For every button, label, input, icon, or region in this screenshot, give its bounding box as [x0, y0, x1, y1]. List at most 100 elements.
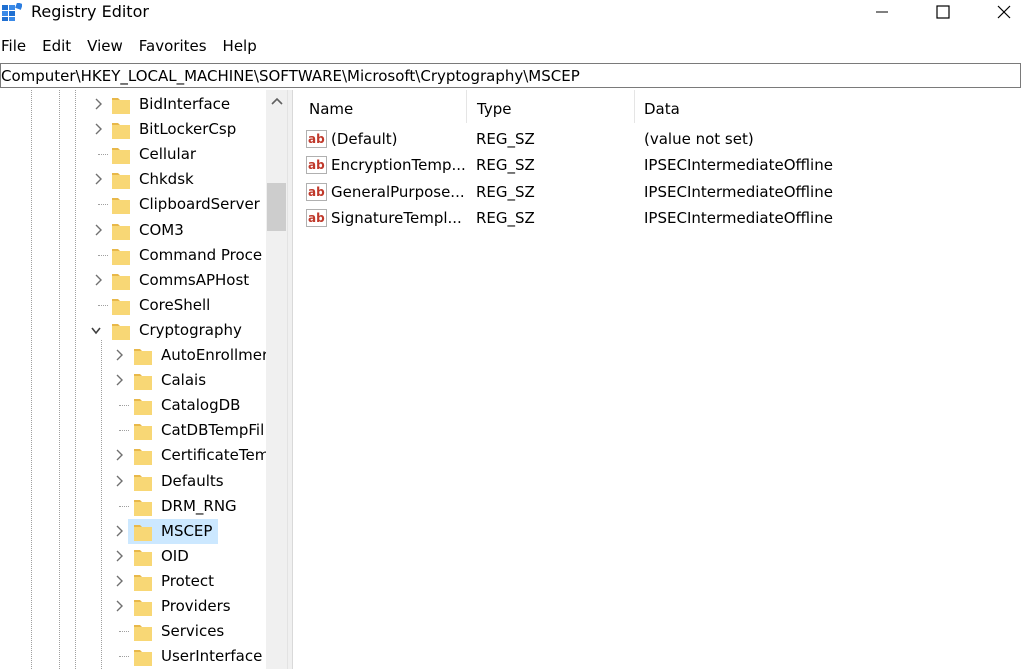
tree-item[interactable]: OID — [0, 544, 266, 569]
folder-icon — [112, 148, 130, 165]
tree-item-label: DRM_RNG — [161, 496, 237, 515]
close-icon — [997, 5, 1011, 19]
chevron-right-icon[interactable] — [113, 347, 125, 363]
tree-item[interactable]: Calais — [0, 368, 266, 393]
title-bar: Registry Editor — [0, 0, 1024, 30]
chevron-right-icon[interactable] — [113, 372, 125, 388]
scroll-up-button[interactable] — [266, 90, 287, 111]
folder-icon — [134, 424, 152, 441]
tree-item[interactable]: UserInterface — [0, 644, 266, 669]
tree-item[interactable]: Cryptography — [0, 318, 266, 343]
value-type: REG_SZ — [476, 182, 535, 201]
menu-favorites[interactable]: Favorites — [138, 35, 213, 57]
tree-item[interactable]: Services — [0, 619, 266, 644]
menu-file[interactable]: File — [0, 35, 32, 57]
tree-item[interactable]: Cellular — [0, 142, 266, 167]
chevron-right-icon[interactable] — [113, 523, 125, 539]
close-button[interactable] — [974, 0, 1024, 24]
column-header-data[interactable]: Data — [635, 90, 1024, 123]
string-value-icon: ab — [306, 208, 327, 227]
chevron-right-icon[interactable] — [92, 96, 104, 112]
column-header-type[interactable]: Type — [467, 90, 635, 123]
tree-item[interactable]: BidInterface — [0, 92, 266, 117]
values-list[interactable]: Name Type Data ab (Default) REG_SZ (valu… — [293, 90, 1024, 669]
value-row[interactable]: ab (Default) REG_SZ (value not set) — [293, 126, 1024, 152]
address-path[interactable]: Computer\HKEY_LOCAL_MACHINE\SOFTWARE\Mic… — [1, 66, 580, 86]
chevron-right-icon[interactable] — [113, 548, 125, 564]
value-name: SignatureTempl... — [331, 208, 462, 227]
folder-icon — [134, 524, 152, 541]
tree-item[interactable]: MSCEP — [0, 518, 266, 544]
tree-item[interactable]: Protect — [0, 569, 266, 594]
folder-icon — [112, 198, 130, 215]
address-bar[interactable]: Computer\HKEY_LOCAL_MACHINE\SOFTWARE\Mic… — [0, 63, 1021, 88]
chevron-up-icon — [270, 97, 283, 105]
tree-item-label: Defaults — [161, 471, 224, 490]
column-header-name[interactable]: Name — [293, 90, 467, 123]
chevron-right-icon[interactable] — [113, 598, 125, 614]
chevron-right-icon[interactable] — [113, 447, 125, 463]
tree-item-label: Protect — [161, 571, 215, 590]
chevron-right-icon[interactable] — [92, 171, 104, 187]
folder-icon — [134, 374, 152, 391]
tree-connector — [119, 656, 129, 658]
string-value-icon: ab — [306, 182, 327, 201]
chevron-right-icon[interactable] — [92, 121, 104, 137]
value-row[interactable]: ab GeneralPurpose... REG_SZ IPSECInterme… — [293, 179, 1024, 205]
chevron-right-icon[interactable] — [92, 272, 104, 288]
folder-icon — [134, 574, 152, 591]
tree-item[interactable]: ClipboardServer — [0, 192, 266, 217]
tree-item[interactable]: CertificateTem — [0, 443, 269, 468]
menu-edit[interactable]: Edit — [41, 35, 77, 57]
tree-item[interactable]: AutoEnrollmer — [0, 343, 268, 368]
maximize-icon — [936, 5, 950, 19]
tree-item-label: Calais — [161, 371, 207, 390]
tree-item[interactable]: Chkdsk — [0, 167, 266, 192]
value-data: (value not set) — [644, 130, 754, 148]
chevron-down-icon[interactable] — [90, 322, 102, 338]
folder-icon — [134, 499, 152, 516]
folder-icon — [112, 298, 130, 315]
tree-connector — [119, 430, 129, 432]
tree-item-label: BidInterface — [139, 95, 231, 113]
window-title: Registry Editor — [31, 2, 149, 21]
tree-item[interactable]: CoreShell — [0, 293, 266, 318]
chevron-right-icon[interactable] — [92, 222, 104, 238]
folder-icon — [134, 349, 152, 365]
chevron-right-icon[interactable] — [113, 573, 125, 589]
svg-text:ab: ab — [308, 211, 325, 225]
value-data: IPSECIntermediateOffline — [644, 182, 833, 201]
tree-item-label: Chkdsk — [139, 170, 194, 189]
menu-bar: File Edit View Favorites Help — [0, 35, 272, 57]
tree-item-label: OID — [161, 546, 189, 565]
menu-view[interactable]: View — [86, 35, 129, 57]
tree-item-label: Cryptography — [139, 320, 242, 339]
chevron-right-icon[interactable] — [113, 473, 125, 489]
tree-item[interactable]: Defaults — [0, 469, 266, 494]
value-name: (Default) — [331, 130, 398, 148]
tree-item[interactable]: COM3 — [0, 218, 266, 243]
value-row[interactable]: ab SignatureTempl... REG_SZ IPSECInterme… — [293, 205, 1024, 231]
folder-icon — [134, 600, 152, 616]
key-tree[interactable]: BidInterface BitLockerCsp Cellular Chkds… — [0, 90, 287, 669]
folder-icon — [134, 549, 152, 566]
svg-text:ab: ab — [308, 132, 325, 146]
menu-help[interactable]: Help — [222, 35, 263, 57]
tree-item[interactable]: BitLockerCsp — [0, 117, 266, 142]
tree-item[interactable]: Providers — [0, 594, 266, 619]
tree-item[interactable]: CatalogDB — [0, 393, 266, 418]
tree-scrollbar[interactable] — [266, 90, 287, 669]
tree-item[interactable]: Command Proce — [0, 243, 266, 268]
value-row[interactable]: ab EncryptionTemp... REG_SZ IPSECInterme… — [293, 152, 1024, 178]
tree-item-label: Services — [161, 622, 225, 641]
scroll-thumb[interactable] — [267, 183, 286, 231]
maximize-button[interactable] — [913, 0, 973, 24]
tree-connector — [119, 405, 129, 407]
minimize-icon — [876, 11, 888, 13]
tree-item[interactable]: CatDBTempFil — [0, 418, 266, 443]
minimize-button[interactable] — [852, 0, 912, 24]
tree-item-label: ClipboardServer — [139, 195, 260, 214]
tree-item[interactable]: CommsAPHost — [0, 268, 266, 293]
tree-item[interactable]: DRM_RNG — [0, 494, 266, 519]
tree-item-label: COM3 — [139, 220, 184, 239]
